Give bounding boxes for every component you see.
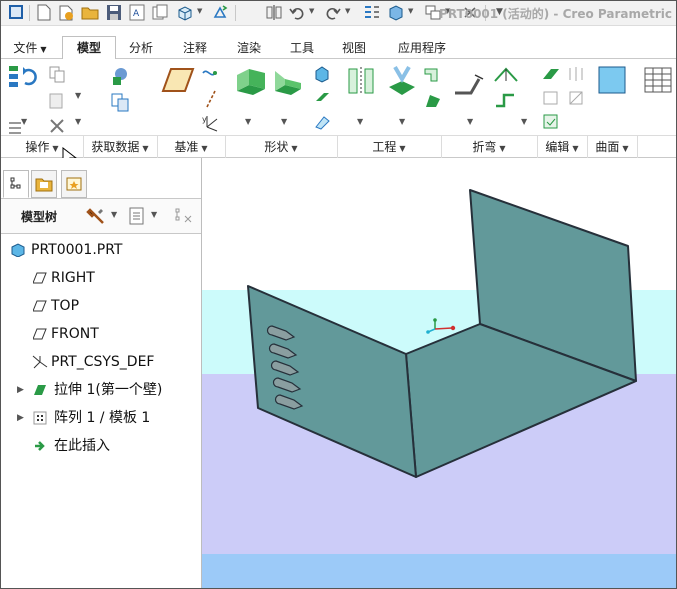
- expand-arrow-icon[interactable]: ▶: [17, 406, 24, 430]
- flat-wall-icon[interactable]: [313, 89, 331, 107]
- background-band-blue: [202, 554, 676, 588]
- show-dropdown[interactable]: ▼: [151, 210, 157, 219]
- open-folder-icon[interactable]: [81, 4, 99, 21]
- tab-model[interactable]: 模型: [62, 36, 116, 60]
- pattern-icon: [33, 411, 47, 425]
- mirror-icon[interactable]: [265, 4, 283, 21]
- window-title: PRT0001 (活动的) - Creo Parametric: [439, 7, 672, 21]
- group-surfaces[interactable]: 曲面 ▼: [587, 136, 638, 158]
- notch-icon[interactable]: [423, 65, 443, 85]
- group-get-data[interactable]: 获取数据 ▼: [83, 136, 158, 158]
- group-shapes[interactable]: 形状 ▼: [225, 136, 338, 158]
- user-defined-feature-icon[interactable]: [109, 65, 133, 87]
- fill-surface-icon[interactable]: [597, 65, 627, 95]
- bend-back-icon[interactable]: [493, 89, 519, 109]
- svg-text:y: y: [202, 115, 207, 124]
- model-tree-label: 模型树: [21, 210, 58, 224]
- settings-dropdown[interactable]: ▼: [111, 210, 117, 219]
- datum-plane-tool-icon[interactable]: [161, 65, 197, 95]
- favorites-icon: [66, 177, 82, 191]
- filter-tree-icon[interactable]: [173, 206, 195, 226]
- folder-browser-icon: [35, 178, 53, 192]
- insert-here-arrow-icon: [35, 441, 45, 451]
- datum-plane-icon: [33, 300, 47, 312]
- flange-icon[interactable]: [271, 65, 305, 97]
- tab-annotate[interactable]: 注释: [171, 39, 219, 57]
- copy-feature-icon[interactable]: [47, 65, 67, 85]
- sketched-form-icon[interactable]: [423, 91, 443, 111]
- regen-list-icon[interactable]: [363, 4, 381, 21]
- datum-plane-icon: [33, 328, 47, 340]
- tab-render[interactable]: 渲染: [226, 39, 272, 57]
- unbend-icon[interactable]: [493, 65, 519, 85]
- part-icon: [11, 243, 25, 257]
- view-icon[interactable]: [387, 4, 405, 21]
- group-editing[interactable]: 编辑 ▼: [537, 136, 588, 158]
- tab-view[interactable]: 视图: [331, 39, 377, 57]
- model-tree-tab-icon: [10, 177, 21, 189]
- copy-icon[interactable]: [151, 4, 169, 21]
- datum-point-icon[interactable]: [201, 65, 221, 81]
- new-icon[interactable]: [35, 4, 53, 21]
- ribbon-group-bar: 操作 ▼ 获取数据 ▼ 基准 ▼ 形状 ▼ 工程 ▼ 折弯 ▼ 编辑 ▼ 曲面 ▼: [1, 135, 676, 158]
- group-bends[interactable]: 折弯 ▼: [441, 136, 538, 158]
- save-icon[interactable]: [105, 4, 123, 21]
- bend-icon[interactable]: [453, 67, 489, 97]
- tab-applications[interactable]: 应用程序: [385, 39, 459, 57]
- tab-analysis[interactable]: 分析: [118, 39, 164, 57]
- group-engineering[interactable]: 工程 ▼: [337, 136, 442, 158]
- split-area-icon[interactable]: [541, 89, 561, 107]
- delete-icon[interactable]: [47, 116, 67, 136]
- tab-file[interactable]: 文件 ▼: [5, 39, 55, 57]
- settings-tools-icon[interactable]: [86, 206, 106, 226]
- mirror-feature-icon[interactable]: [567, 65, 585, 83]
- datum-plane-icon: [33, 272, 47, 284]
- print-icon[interactable]: A: [128, 4, 146, 21]
- model-tree-header: 模型树 ▼ ▼: [1, 198, 201, 234]
- app-window: A ▼ ▼ ▼ ▼ ▼ ▼ PRT0001 (活动的) - Creo Param…: [0, 0, 677, 589]
- extrude-wall-icon: [34, 385, 46, 395]
- svg-text:A: A: [133, 9, 140, 19]
- coordinate-system-icon[interactable]: y: [201, 113, 221, 133]
- window-icon[interactable]: [7, 4, 25, 21]
- tab-tools[interactable]: 工具: [279, 39, 325, 57]
- csys-icon: [32, 355, 48, 369]
- table-icon[interactable]: [643, 65, 673, 95]
- rotate-wall-icon[interactable]: [313, 113, 331, 131]
- regenerate-icon[interactable]: [211, 4, 229, 21]
- copy-geometry-icon[interactable]: [109, 91, 133, 113]
- favorites-tab[interactable]: [61, 170, 87, 198]
- ribbon-tabs: 文件 ▼ 模型 分析 注释 渲染 工具 视图 应用程序: [1, 36, 676, 60]
- punch-icon[interactable]: [385, 65, 419, 97]
- datum-axis-icon[interactable]: [201, 89, 221, 109]
- open-icon[interactable]: [57, 4, 75, 21]
- ribbon: y ▼ ▼ ▼ ▼ ▼ ▼ ▼ ▼ ▼ 操作 ▼ 获取数据 ▼ 基准 ▼ 形状 …: [1, 59, 676, 167]
- undo-icon[interactable]: [288, 4, 306, 21]
- join-icon[interactable]: [567, 89, 585, 107]
- navigator-pane: 模型树 ▼ ▼ PRT0001.PRT RIGHT TOP FRONT PRT_…: [1, 158, 202, 588]
- quick-access-toolbar: A ▼ ▼ ▼ ▼ ▼ ▼ PRT0001 (活动的) - Creo Param…: [1, 1, 676, 26]
- graphics-viewport[interactable]: [202, 158, 676, 589]
- wall-tab-icon[interactable]: [233, 65, 269, 97]
- show-list-icon[interactable]: [127, 206, 147, 226]
- expand-arrow-icon[interactable]: ▶: [17, 378, 24, 402]
- convert-icon[interactable]: [541, 113, 561, 131]
- model-tree-tab[interactable]: [3, 170, 29, 198]
- group-datum[interactable]: 基准 ▼: [157, 136, 226, 158]
- cube-icon[interactable]: [176, 4, 194, 21]
- regenerate-model-icon[interactable]: [7, 63, 39, 95]
- cut-icon[interactable]: [345, 65, 377, 97]
- paste-icon[interactable]: [47, 91, 67, 111]
- plane-wall-icon[interactable]: [313, 65, 331, 83]
- redo-icon[interactable]: [324, 4, 342, 21]
- navigator-tabs: [1, 170, 201, 198]
- folder-browser-tab[interactable]: [31, 170, 57, 198]
- model-canvas[interactable]: [202, 158, 676, 589]
- flatten-icon[interactable]: [541, 65, 561, 83]
